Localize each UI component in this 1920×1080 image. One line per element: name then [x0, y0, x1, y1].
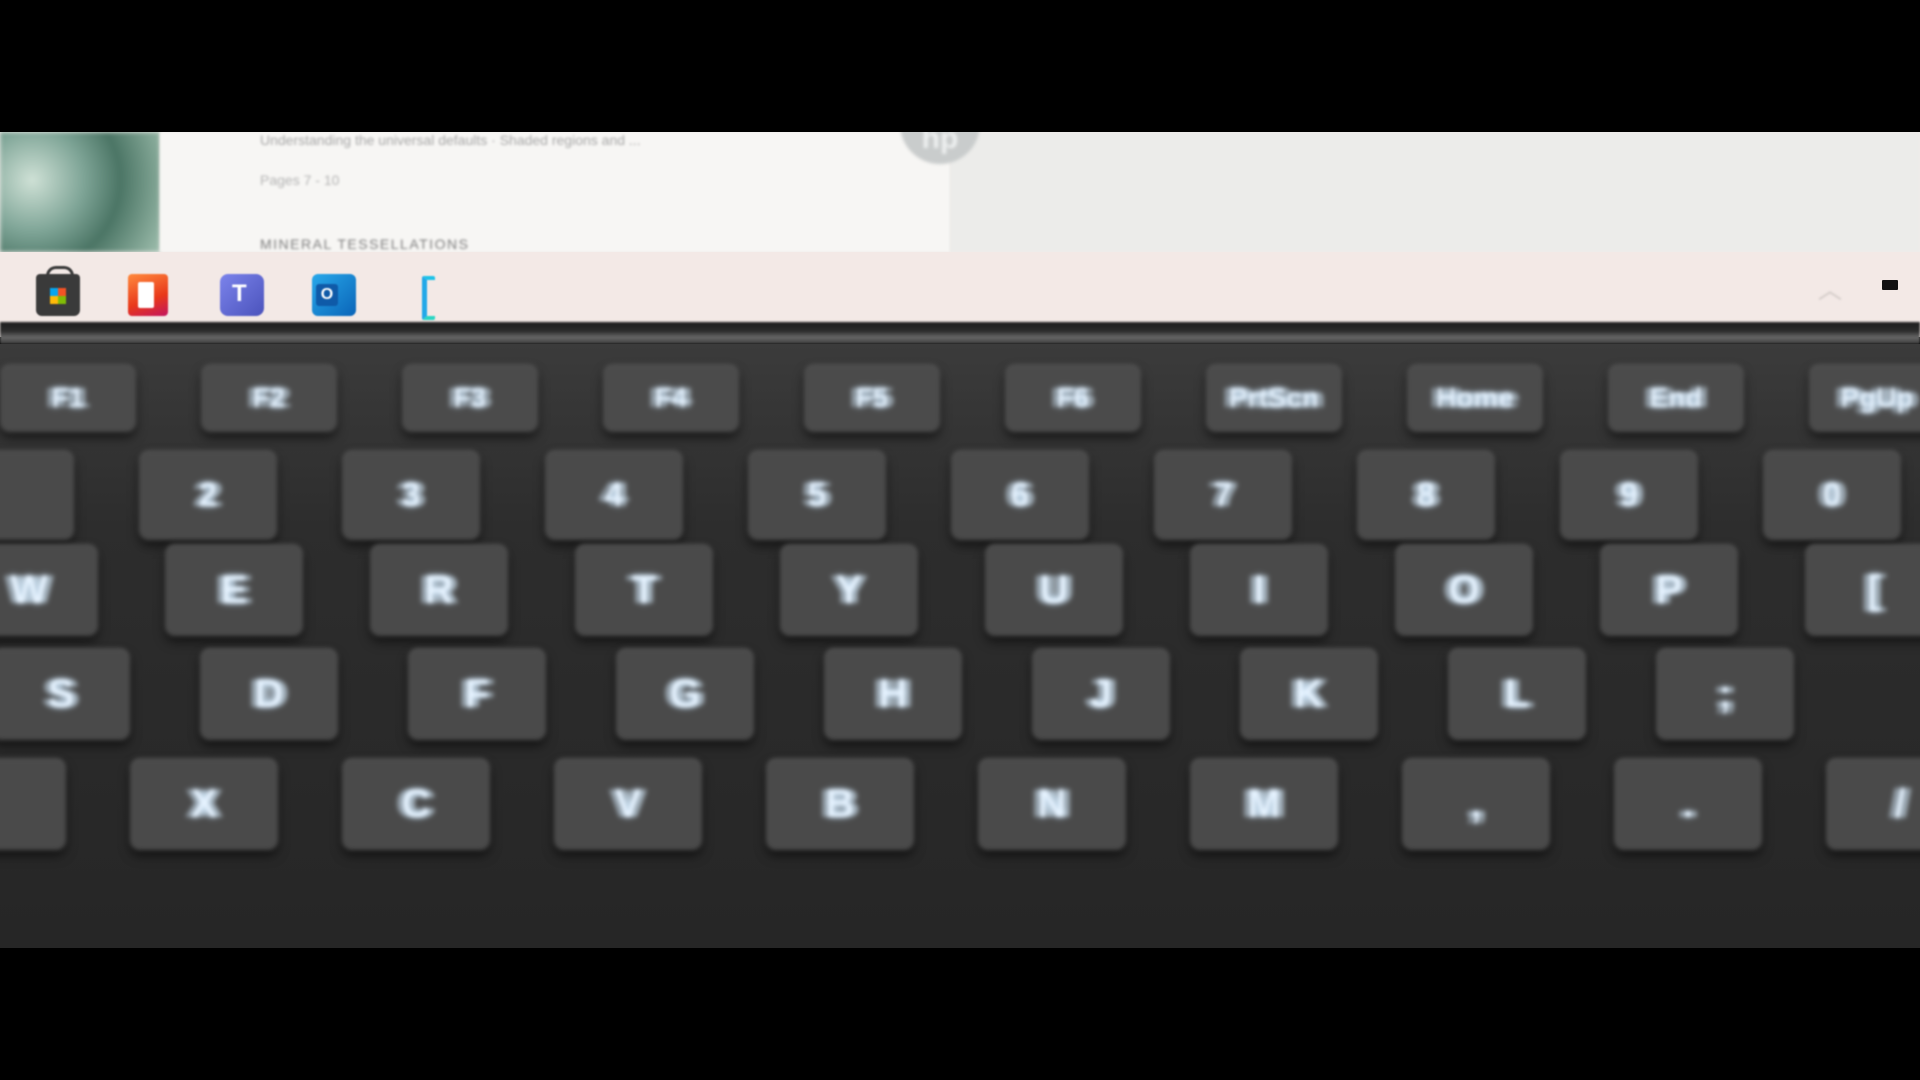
key-home-2[interactable]: F: [408, 648, 546, 740]
key-function-6[interactable]: PrtScn: [1206, 364, 1342, 432]
pages-label[interactable]: Pages 7 - 10: [260, 172, 339, 188]
letterbox-bottom: [0, 948, 1920, 1080]
key-number-6[interactable]: 7: [1154, 450, 1292, 540]
key-bottom-4[interactable]: B: [766, 758, 914, 850]
key-top-5[interactable]: U: [985, 544, 1123, 636]
battery-icon[interactable]: [1882, 280, 1898, 290]
key-function-7[interactable]: Home: [1407, 364, 1543, 432]
document-panel: Understanding the universal defaults · S…: [160, 132, 950, 252]
key-bottom-3[interactable]: V: [554, 758, 702, 850]
outlook-icon[interactable]: [312, 274, 356, 316]
edge-icon[interactable]: [410, 274, 450, 320]
key-top-6[interactable]: I: [1190, 544, 1328, 636]
key-number-0[interactable]: [0, 450, 74, 540]
key-bottom-9[interactable]: /: [1826, 758, 1920, 850]
key-top-1[interactable]: E: [165, 544, 303, 636]
key-bottom-5[interactable]: N: [978, 758, 1126, 850]
key-bottom-0[interactable]: [0, 758, 66, 850]
key-bottom-7[interactable]: ,: [1402, 758, 1550, 850]
teams-icon[interactable]: [220, 274, 264, 316]
key-top-8[interactable]: P: [1600, 544, 1738, 636]
key-bottom-2[interactable]: C: [342, 758, 490, 850]
key-number-2[interactable]: 3: [342, 450, 480, 540]
key-top-9[interactable]: [: [1805, 544, 1920, 636]
key-bottom-6[interactable]: M: [1190, 758, 1338, 850]
key-number-7[interactable]: 8: [1357, 450, 1495, 540]
key-home-8[interactable]: ;: [1656, 648, 1794, 740]
section-heading: MINERAL TESSELLATIONS: [260, 236, 470, 252]
laptop-screen: Understanding the universal defaults · S…: [0, 132, 1920, 337]
right-panel: [950, 132, 1920, 252]
key-function-5[interactable]: F6: [1005, 364, 1141, 432]
key-function-9[interactable]: PgUp: [1809, 364, 1920, 432]
document-subtitle: Understanding the universal defaults · S…: [260, 132, 641, 148]
letterbox-top: [0, 0, 1920, 132]
key-top-4[interactable]: Y: [780, 544, 918, 636]
key-bottom-1[interactable]: X: [130, 758, 278, 850]
key-number-8[interactable]: 9: [1560, 450, 1698, 540]
key-bottom-8[interactable]: .: [1614, 758, 1762, 850]
key-function-3[interactable]: F4: [603, 364, 739, 432]
key-home-0[interactable]: S: [0, 648, 130, 740]
key-number-1[interactable]: 2: [139, 450, 277, 540]
store-logo-tiles: [50, 288, 66, 304]
office-icon[interactable]: [128, 274, 168, 316]
keyboard: F1 F2 F3 F4 F5 F6 PrtScn Home End PgUp 2 3 4 5 6 7 8 9 0 W E…: [0, 344, 1920, 948]
key-home-3[interactable]: G: [616, 648, 754, 740]
key-function-8[interactable]: End: [1608, 364, 1744, 432]
laptop-hinge: [0, 322, 1920, 344]
store-bag-handle: [46, 266, 74, 281]
key-number-9[interactable]: 0: [1763, 450, 1901, 540]
key-function-0[interactable]: F1: [0, 364, 136, 432]
key-top-2[interactable]: R: [370, 544, 508, 636]
key-function-2[interactable]: F3: [402, 364, 538, 432]
key-top-7[interactable]: O: [1395, 544, 1533, 636]
key-function-4[interactable]: F5: [804, 364, 940, 432]
wallpaper-thumbnail: [0, 132, 160, 252]
key-home-4[interactable]: H: [824, 648, 962, 740]
key-home-7[interactable]: L: [1448, 648, 1586, 740]
key-number-5[interactable]: 6: [951, 450, 1089, 540]
key-function-1[interactable]: F2: [201, 364, 337, 432]
chevron-up-icon[interactable]: ︿: [1818, 270, 1842, 305]
key-top-3[interactable]: T: [575, 544, 713, 636]
key-number-3[interactable]: 4: [545, 450, 683, 540]
key-number-4[interactable]: 5: [748, 450, 886, 540]
key-home-5[interactable]: J: [1032, 648, 1170, 740]
key-home-1[interactable]: D: [200, 648, 338, 740]
key-home-6[interactable]: K: [1240, 648, 1378, 740]
store-icon[interactable]: [36, 266, 80, 316]
key-top-0[interactable]: W: [0, 544, 98, 636]
